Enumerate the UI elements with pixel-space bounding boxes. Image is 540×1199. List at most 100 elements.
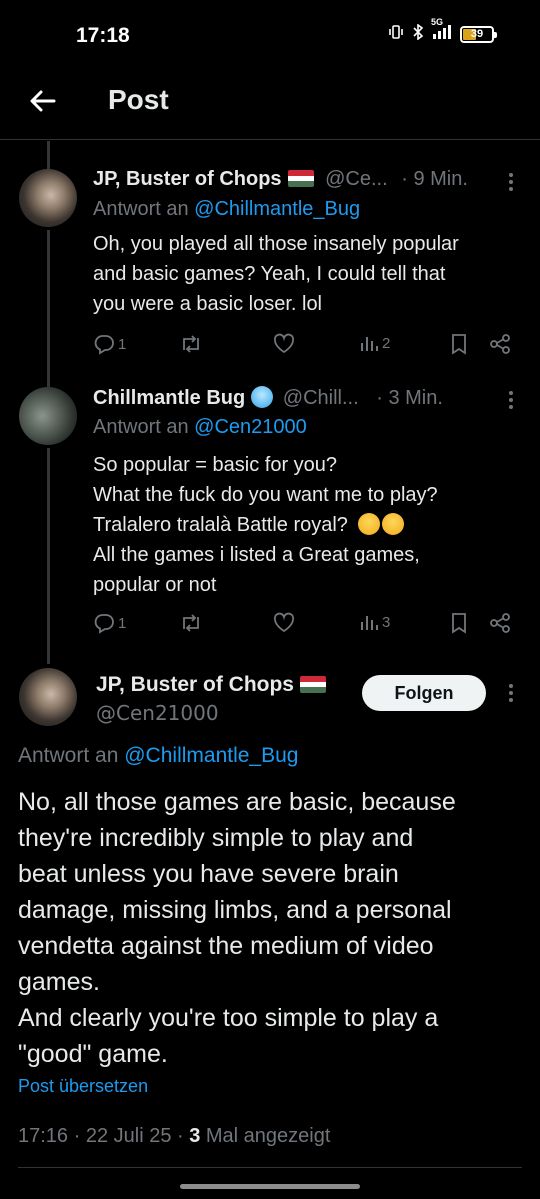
heart-icon: [273, 333, 295, 354]
thread-line: [47, 448, 50, 664]
thread-line: [47, 230, 50, 387]
author-name[interactable]: JP, Buster of Chops: [93, 168, 282, 190]
reply-prefix: Antwort an: [93, 416, 195, 438]
tweet-text: Oh, you played all those insanely popula…: [93, 229, 459, 319]
bluetooth-icon: [412, 23, 424, 44]
views-count: 3: [382, 613, 391, 631]
text-line: No, all those games are basic, because: [18, 788, 456, 816]
views-icon: [361, 616, 378, 630]
reply-context: Antwort an @Chillmantle_Bug: [18, 744, 298, 768]
tweet-actions: 1 3: [93, 612, 523, 642]
text-line: What the fuck do you want me to play?: [93, 484, 438, 506]
reply-to-link[interactable]: @Chillmantle_Bug: [194, 198, 360, 220]
reply-context: Antwort an @Chillmantle_Bug: [93, 198, 360, 221]
retweet-button[interactable]: [179, 333, 203, 355]
text-line: So popular = basic for you?: [93, 454, 338, 476]
crying-face-emoji-icon: [357, 513, 380, 535]
battery-level: 39: [470, 27, 484, 40]
avatar[interactable]: [19, 169, 77, 227]
reply-to-link[interactable]: @Chillmantle_Bug: [124, 744, 298, 767]
crying-face-emoji-icon: [381, 513, 404, 535]
views-label: Mal angezeigt: [200, 1125, 331, 1147]
cold-face-emoji-icon: [251, 386, 274, 408]
text-line: "good" game.: [18, 1040, 168, 1068]
tweet-time: · 9 Min.: [401, 168, 468, 190]
more-icon[interactable]: [508, 681, 514, 705]
post-text: No, all those games are basic, because t…: [18, 784, 518, 1072]
bookmark-button[interactable]: [449, 612, 469, 634]
reply-icon: [94, 614, 114, 634]
vibrate-icon: [388, 24, 404, 44]
hungary-flag-icon: [287, 170, 314, 187]
text-line: Oh, you played all those insanely popula…: [93, 233, 459, 255]
share-button[interactable]: [489, 333, 511, 355]
thread-line: [47, 141, 50, 169]
status-time: 17:18: [76, 24, 130, 47]
text-line-with-emoji: Tralalero tralalà Battle royal?: [93, 510, 438, 540]
reply-prefix: Antwort an: [18, 744, 125, 767]
translate-link[interactable]: Post übersetzen: [18, 1076, 148, 1097]
text-line: Tralalero tralalà Battle royal?: [93, 514, 348, 536]
back-button[interactable]: [26, 84, 60, 118]
reply-button[interactable]: 1: [93, 612, 126, 634]
reply-to-link[interactable]: @Cen21000: [194, 416, 307, 438]
text-line: popular or not: [93, 574, 217, 596]
views-icon: [361, 337, 378, 351]
retweet-button[interactable]: [179, 612, 203, 634]
author-name[interactable]: Chillmantle Bug: [93, 387, 245, 409]
heart-icon: [273, 612, 295, 633]
like-button[interactable]: [273, 612, 295, 634]
network-type: 5G: [431, 17, 444, 27]
status-icons: 5G 39: [388, 17, 497, 44]
text-line: And clearly you're too simple to play a: [18, 1004, 439, 1032]
signal-icon: 5G: [431, 17, 452, 44]
author-handle[interactable]: @Ce...: [325, 168, 388, 190]
divider: [18, 1167, 522, 1168]
text-line: All the games i listed a Great games,: [93, 544, 420, 566]
views-button[interactable]: 2: [359, 333, 390, 353]
reply-button[interactable]: 1: [93, 333, 126, 355]
app-header: Post: [0, 70, 540, 140]
retweet-icon: [183, 614, 199, 632]
author-handle[interactable]: @Cen21000: [96, 701, 219, 725]
hungary-flag-icon: [299, 676, 326, 693]
share-icon: [490, 334, 510, 354]
views-count: 3: [189, 1125, 201, 1147]
text-line: you were a basic loser. lol: [93, 293, 323, 315]
more-icon[interactable]: [508, 388, 514, 412]
tweet-text: So popular = basic for you? What the fuc…: [93, 450, 438, 600]
text-line: damage, missing limbs, and a personal: [18, 896, 452, 924]
bookmark-icon: [452, 613, 466, 634]
like-button[interactable]: [273, 333, 295, 355]
text-line: and basic games? Yeah, I could tell that: [93, 263, 446, 285]
share-button[interactable]: [489, 612, 511, 634]
author-handle[interactable]: @Chill...: [283, 387, 359, 409]
reply-prefix: Antwort an: [93, 198, 195, 220]
more-icon[interactable]: [508, 170, 514, 194]
avatar[interactable]: [19, 387, 77, 445]
status-bar: 17:18 5G 39: [0, 0, 540, 70]
reply-context: Antwort an @Cen21000: [93, 416, 307, 439]
views-button[interactable]: 3: [359, 612, 390, 632]
bookmark-button[interactable]: [449, 333, 469, 355]
reply-icon: [94, 335, 114, 355]
tweet-time: · 3 Min.: [376, 387, 443, 409]
author-name-text: JP, Buster of Chops: [96, 673, 294, 696]
reply-count: 1: [118, 335, 127, 353]
battery-icon: 39: [460, 25, 497, 43]
page-title: Post: [108, 84, 169, 115]
avatar[interactable]: [19, 668, 77, 726]
views-count: 2: [382, 334, 391, 352]
reply-count: 1: [118, 614, 127, 632]
retweet-icon: [183, 335, 199, 353]
text-line: beat unless you have severe brain: [18, 860, 399, 888]
home-indicator[interactable]: [180, 1184, 360, 1189]
tweet-actions: 1 2: [93, 333, 523, 363]
post-meta: 17:16 · 22 Juli 25 · 3 Mal angezeigt: [18, 1125, 330, 1148]
text-line: games.: [18, 968, 100, 996]
author-name[interactable]: JP, Buster of Chops: [96, 673, 326, 697]
follow-button[interactable]: Folgen: [362, 675, 486, 711]
post-timestamp[interactable]: 17:16 · 22 Juli 25 ·: [18, 1125, 189, 1147]
text-line: vendetta against the medium of video: [18, 932, 434, 960]
tweet-header: JP, Buster of Chops @Ce... · 9 Min.: [93, 168, 468, 191]
